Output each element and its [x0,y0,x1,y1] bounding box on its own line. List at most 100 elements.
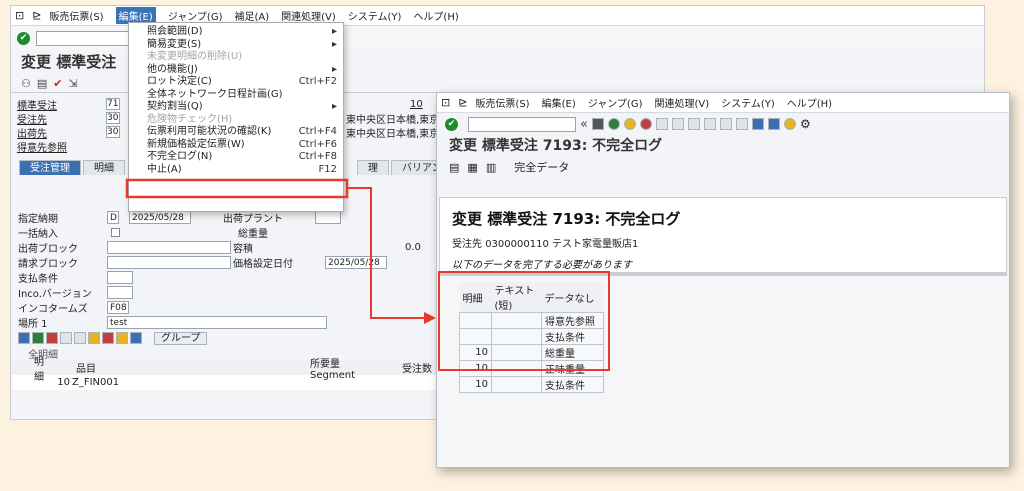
menu-item[interactable]: 簡易変更(S) ▸ [129,39,343,52]
back-nav-icon[interactable]: « [580,117,588,132]
menu-item[interactable]: ロット決定(C) Ctrl+F2 [129,76,343,89]
enter-icon[interactable]: ✔ [17,31,30,45]
field-input[interactable]: test [107,316,327,329]
detail-icon[interactable] [18,332,30,344]
export-icon[interactable]: ⇲ [69,77,78,90]
menu-goto[interactable]: ジャンプ(G) [168,8,223,23]
back-form: 指定納期 D 2025/05/28 出荷プラント 一括納入 総重量 出荷ブロック 容積 0.… [12,210,492,390]
tab-mgmt[interactable]: 理 [357,160,389,175]
menu-sales-doc[interactable]: 販売伝票(S) [475,95,529,110]
menu-sales-doc[interactable]: 販売伝票(S) [49,8,103,23]
command-field[interactable] [468,116,576,132]
table-row[interactable]: 10 支払条件 [459,376,604,393]
group-button[interactable]: グループ [154,331,208,345]
note-icon[interactable] [116,332,128,344]
col-qty: 受注数 [402,364,432,375]
header-value[interactable]: 30 [106,112,120,124]
menu-item-label: 中止(A) [147,163,182,175]
dropdown-field[interactable] [107,241,231,254]
new-session-icon[interactable] [751,118,764,130]
menu-item[interactable]: 伝票利用可能状況の確認(K) Ctrl+F4 [129,126,343,139]
select-all-icon[interactable] [60,332,72,344]
field-input-date[interactable]: 2025/05/28 [129,211,191,224]
menu-system[interactable]: システム(Y) [721,95,775,110]
complete-data-icon[interactable]: ▥ [486,161,496,174]
field-input[interactable]: D [107,211,119,224]
exit-icon[interactable] [623,118,636,130]
checkbox[interactable] [111,228,120,237]
field-right-input[interactable]: 2025/05/28 [325,256,387,269]
field-right-input[interactable] [315,211,341,224]
menu-item[interactable]: 中止(A) F12 [129,164,343,177]
enter-icon[interactable]: ✔ [445,117,458,131]
filter-icon[interactable] [88,332,100,344]
insert-row-icon[interactable] [32,332,44,344]
row-material: Z_FIN001 [72,377,120,388]
header-label: 出荷先 [17,128,47,140]
front-menubar: ⊡ ⊵ 販売伝票(S) 編集(E) ジャンプ(G) 関連処理(V) システム(Y… [437,93,1009,113]
customize-icon[interactable]: ⊵ [458,96,467,109]
edit-doc-icon[interactable]: ▦ [467,161,477,174]
note-text: 以下のデータを完了する必要があります [452,260,632,271]
menu-item-label: 照会範囲(D) [147,26,203,37]
menu-environment[interactable]: 関連処理(V) [654,95,709,110]
deselect-icon[interactable] [74,332,86,344]
find-icon[interactable] [671,118,684,130]
tab-item[interactable]: 明細 [83,160,125,175]
table-row[interactable]: 10 Z_FIN001 [12,375,492,390]
settings-gear-icon[interactable]: ⚙ [800,117,811,131]
menu-item[interactable]: 新規価格設定伝票(W) Ctrl+F6 [129,139,343,152]
window-icon[interactable]: ⊡ [15,9,24,22]
menu-item[interactable]: 照会範囲(D) ▸ [129,26,343,39]
menu-extras[interactable]: 補足(A) [234,8,269,23]
menu-item[interactable]: 他の機能(J) ▸ [129,64,343,77]
menu-system[interactable]: システム(Y) [348,8,402,23]
check-cross-icon[interactable]: ✔ [53,77,62,90]
menu-item[interactable]: 契約割当(Q) ▸ [129,101,343,114]
shortcut-icon[interactable] [767,118,780,130]
col-material: 品目 [76,364,96,375]
menu-item-shortcut: Ctrl+F2 [298,76,337,87]
last-page-icon[interactable] [735,118,748,130]
menu-edit[interactable]: 編集(E) [542,95,576,110]
back-icon[interactable] [607,118,620,130]
doc-icon[interactable]: ▤ [37,77,47,90]
next-page-icon[interactable] [719,118,732,130]
menu-item-label: 伝票利用可能状況の確認(K) [147,126,272,137]
print-icon[interactable] [655,118,668,130]
log-title: 変更 標準受注 7193: 不完全ログ [452,210,681,228]
menu-item-label: 契約割当(Q) [147,101,203,112]
menu-goto[interactable]: ジャンプ(G) [588,95,643,110]
field-input[interactable] [107,271,133,284]
customize-icon[interactable]: ⊵ [32,9,41,22]
complete-data-button[interactable]: 完全データ [514,159,569,175]
config-icon[interactable] [102,332,114,344]
person-icon[interactable] [130,332,142,344]
layout-icon[interactable]: ▤ [449,161,459,174]
dropdown-field[interactable] [107,256,231,269]
first-page-icon[interactable] [687,118,700,130]
menu-item[interactable]: 全体ネットワーク日程計画(G) [129,89,343,102]
delete-row-icon[interactable] [46,332,58,344]
menu-item[interactable]: 不完全ログ(N) Ctrl+F8 [129,151,343,164]
menu-environment[interactable]: 関連処理(V) [281,8,336,23]
save-icon[interactable] [591,118,604,130]
help-icon[interactable] [783,118,796,130]
header-value[interactable]: 30 [106,126,120,138]
header-value[interactable]: 71 [106,98,120,110]
window-icon[interactable]: ⊡ [441,96,450,109]
field-label: 支払条件 [18,274,58,285]
menu-item-label: ロット決定(C) [147,76,212,87]
field-input[interactable]: F08 [107,301,129,314]
menu-help[interactable]: ヘルプ(H) [413,8,458,23]
cancel-icon[interactable] [639,118,652,130]
display-icon[interactable]: ⚇ [21,77,31,90]
field-label: 一括納入 [18,229,58,240]
tab-sales-mgmt[interactable]: 受注管理 [19,160,81,175]
field-input[interactable] [107,286,133,299]
menu-item-shortcut: ▸ [331,63,337,75]
prev-page-icon[interactable] [703,118,716,130]
field-label: Inco.バージョン [18,289,92,300]
menu-help[interactable]: ヘルプ(H) [787,95,832,110]
form-row: Inco.バージョン [12,285,492,300]
